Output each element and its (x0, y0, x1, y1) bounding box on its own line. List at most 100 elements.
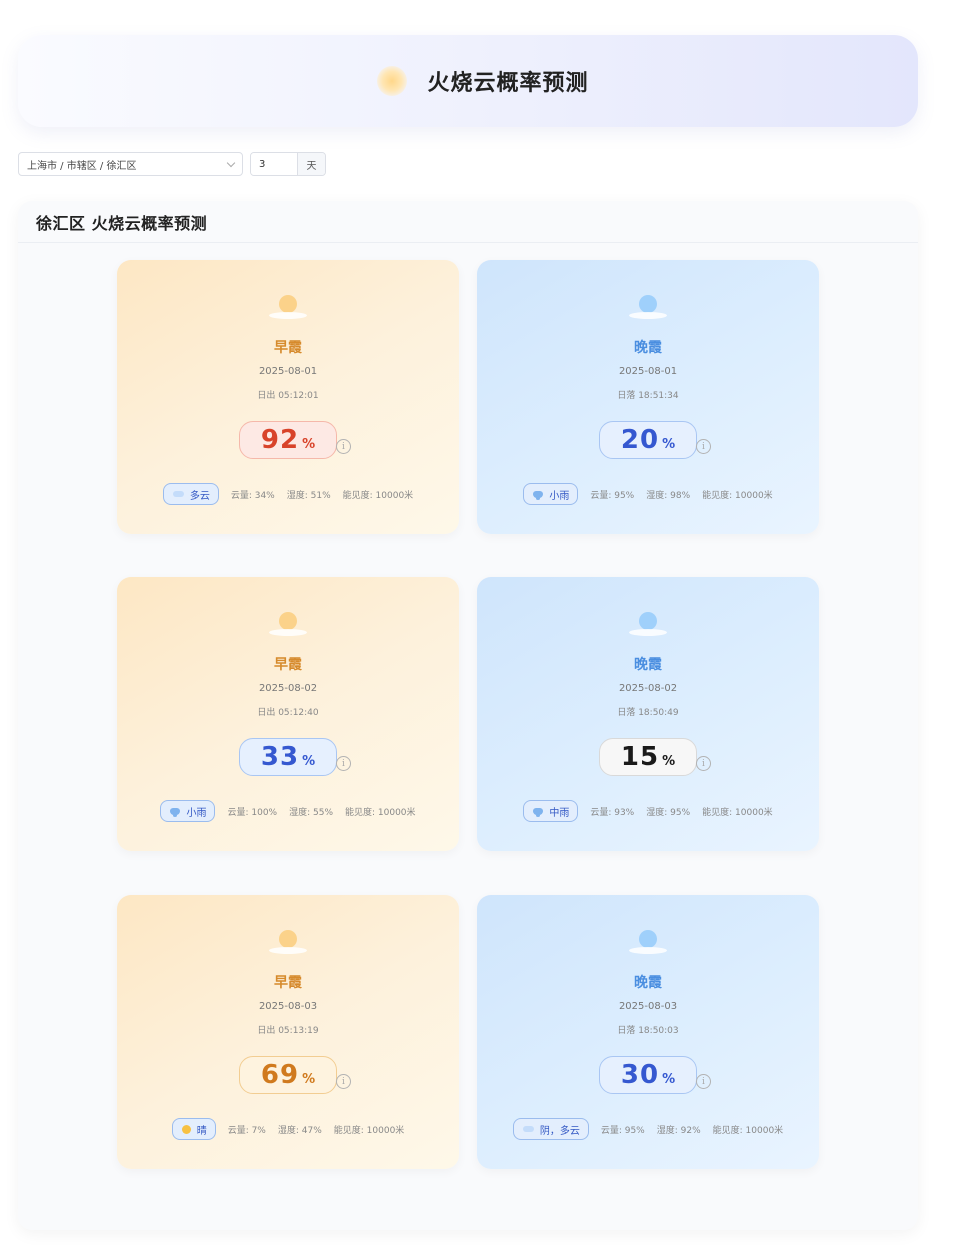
card-sun-time: 日出 05:13:19 (257, 1026, 319, 1036)
forecast-card-morning: 早霞 2025-08-03 日出 05:13:19 69% i 晴 云量: 7%… (117, 895, 459, 1169)
card-type-label: 晚霞 (634, 657, 662, 673)
info-icon[interactable]: i (696, 756, 711, 771)
info-icon[interactable]: i (336, 756, 351, 771)
forecast-card-morning: 早霞 2025-08-01 日出 05:12:01 92% i 多云 云量: 3… (117, 260, 459, 534)
cloud-cover: 云量: 100% (227, 807, 278, 818)
days-input[interactable] (251, 153, 297, 175)
probability-unit: % (302, 1071, 316, 1087)
probability-unit: % (302, 753, 316, 769)
probability-badge: 33% (239, 738, 337, 776)
probability-unit: % (662, 753, 676, 769)
card-date: 2025-08-01 (618, 366, 678, 377)
forecast-panel: 徐汇区 火烧云概率预测 早霞 2025-08-01 日出 05:12:01 92… (18, 201, 918, 1230)
info-icon[interactable]: i (696, 1074, 711, 1089)
sunset-icon (629, 295, 667, 323)
card-type-label: 晚霞 (634, 975, 662, 991)
panel-title: 徐汇区 火烧云概率预测 (36, 213, 208, 233)
sunset-icon (629, 930, 667, 958)
card-sun-time: 日出 05:12:40 (257, 708, 319, 718)
visibility: 能见度: 10000米 (702, 807, 773, 818)
chevron-down-icon (226, 158, 236, 167)
card-sun-time: 日落 18:51:34 (617, 391, 679, 401)
visibility: 能见度: 10000米 (345, 807, 416, 818)
weather-label: 晴 (196, 1125, 207, 1137)
weather-label: 小雨 (549, 490, 570, 502)
page-title: 火烧云概率预测 (427, 71, 589, 96)
sunset-icon (629, 612, 667, 640)
weather-tag: 多云 (162, 483, 219, 505)
card-type-label: 晚霞 (634, 340, 662, 356)
card-sun-time: 日出 05:12:01 (257, 391, 319, 401)
sunrise-icon (269, 612, 307, 640)
card-date: 2025-08-01 (258, 366, 318, 377)
weather-tag: 小雨 (523, 483, 579, 505)
card-type-label: 早霞 (274, 975, 302, 991)
probability-unit: % (662, 436, 676, 452)
header-banner: 火烧云概率预测 (18, 35, 918, 127)
cloud-cover: 云量: 93% (590, 807, 635, 818)
sunny-icon (181, 1124, 191, 1134)
card-sun-time: 日落 18:50:49 (617, 708, 679, 718)
humidity: 湿度: 98% (646, 490, 691, 501)
info-icon[interactable]: i (336, 439, 351, 454)
rain-icon (533, 807, 544, 817)
probability-badge: 20% (599, 421, 697, 459)
humidity: 湿度: 51% (286, 490, 331, 501)
sunrise-icon (269, 295, 307, 323)
probability-value: 30 (620, 1060, 660, 1090)
panel-header: 徐汇区 火烧云概率预测 (18, 201, 918, 243)
weather-label: 中雨 (549, 807, 570, 819)
probability-unit: % (662, 1071, 676, 1087)
cloud-icon (522, 1126, 534, 1132)
card-type-label: 早霞 (274, 657, 302, 673)
weather-label: 多云 (189, 490, 210, 502)
card-sun-time: 日落 18:50:03 (617, 1026, 679, 1036)
humidity: 湿度: 47% (277, 1125, 322, 1136)
probability-badge: 92% (239, 421, 337, 459)
card-date: 2025-08-02 (618, 683, 678, 694)
info-icon[interactable]: i (696, 439, 711, 454)
rain-icon (170, 807, 181, 817)
weather-tag: 晴 (171, 1118, 216, 1140)
humidity: 湿度: 55% (289, 807, 333, 818)
visibility: 能见度: 10000米 (333, 1125, 405, 1136)
card-date: 2025-08-03 (258, 1001, 318, 1012)
forecast-card-evening: 晚霞 2025-08-02 日落 18:50:49 15% i 中雨 云量: 9… (477, 577, 819, 851)
visibility: 能见度: 10000米 (342, 490, 414, 501)
humidity: 湿度: 92% (656, 1125, 701, 1136)
cloud-cover: 云量: 7% (227, 1125, 266, 1136)
probability-value: 33 (260, 742, 300, 772)
days-input-group: 天 (250, 152, 326, 176)
forecast-card-evening: 晚霞 2025-08-03 日落 18:50:03 30% i 阴，多云 云量:… (477, 895, 819, 1169)
probability-unit: % (302, 436, 316, 452)
probability-value: 15 (620, 742, 660, 772)
cloud-cover: 云量: 95% (600, 1125, 645, 1136)
probability-badge: 30% (599, 1056, 697, 1094)
probability-badge: 69% (239, 1056, 337, 1094)
forecast-card-morning: 早霞 2025-08-02 日出 05:12:40 33% i 小雨 云量: 1… (117, 577, 459, 851)
card-date: 2025-08-03 (618, 1001, 678, 1012)
days-unit-label: 天 (297, 153, 325, 175)
probability-badge: 15% (599, 738, 697, 776)
sun-icon (377, 66, 408, 96)
probability-value: 20 (620, 425, 660, 455)
rain-icon (533, 490, 544, 500)
cloud-icon (172, 491, 184, 497)
info-icon[interactable]: i (336, 1074, 351, 1089)
humidity: 湿度: 95% (646, 807, 691, 818)
filter-controls: 上海市 / 市辖区 / 徐汇区 天 (18, 152, 326, 176)
card-type-label: 早霞 (274, 340, 302, 356)
probability-value: 69 (260, 1060, 300, 1090)
visibility: 能见度: 10000米 (712, 1125, 784, 1136)
cloud-cover: 云量: 95% (590, 490, 635, 501)
location-value: 上海市 / 市辖区 / 徐汇区 (27, 160, 137, 172)
probability-value: 92 (260, 425, 300, 455)
weather-tag: 中雨 (523, 800, 579, 822)
card-date: 2025-08-02 (258, 683, 318, 694)
weather-tag: 小雨 (160, 800, 216, 822)
weather-label: 小雨 (186, 807, 207, 819)
visibility: 能见度: 10000米 (702, 490, 773, 501)
location-cascader[interactable]: 上海市 / 市辖区 / 徐汇区 (18, 152, 243, 176)
sunrise-icon (269, 930, 307, 958)
forecast-card-evening: 晚霞 2025-08-01 日落 18:51:34 20% i 小雨 云量: 9… (477, 260, 819, 534)
